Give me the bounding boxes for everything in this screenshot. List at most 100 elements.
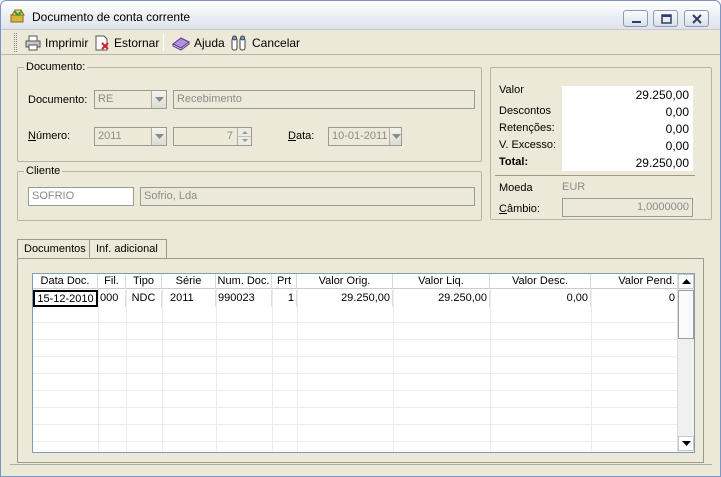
grid-header: Data Doc. Fil. Tipo Série Num. Doc. Prt … xyxy=(33,274,678,289)
valor-label: Valor xyxy=(499,84,524,96)
moeda-label: Moeda xyxy=(499,182,533,194)
grid-column-line xyxy=(297,289,298,452)
document-window: Documento de conta corrente Imprimir Est… xyxy=(0,0,721,477)
bottom-divider xyxy=(10,464,712,465)
total-label: Total: xyxy=(499,156,529,168)
tab-inf-adicional[interactable]: Inf. adicional xyxy=(90,239,167,258)
retencoes-value: 0,00 xyxy=(562,120,693,137)
minimize-button[interactable] xyxy=(623,10,648,27)
col-header-valor-orig[interactable]: Valor Orig. xyxy=(297,274,393,289)
imprimir-button[interactable]: Imprimir xyxy=(25,33,88,53)
grid-row-line xyxy=(33,424,678,425)
cell-valor-pend[interactable]: 0 xyxy=(591,290,678,307)
cell-valor-liq[interactable]: 29.250,00 xyxy=(393,290,490,307)
maximize-button[interactable] xyxy=(653,10,678,27)
grid-row-line xyxy=(33,322,678,323)
documento-description: Recebimento xyxy=(177,93,242,105)
grid-column-line xyxy=(272,289,273,452)
documento-type-dropdown-button[interactable] xyxy=(151,91,166,108)
cancelar-button[interactable]: Cancelar xyxy=(230,33,300,53)
numero-spinner[interactable]: 7 xyxy=(173,127,252,146)
retencoes-row: Retenções: 0,00 xyxy=(491,120,711,137)
date-dropdown-button[interactable] xyxy=(389,128,401,145)
estornar-label: Estornar xyxy=(114,36,160,50)
cambio-label-text: âmbio: xyxy=(506,203,540,215)
main-panel: Documento: Documento: RE Recebimento Núm… xyxy=(10,55,712,466)
retencoes-label: Retenções: xyxy=(499,122,555,134)
grid-vertical-scrollbar[interactable] xyxy=(677,274,694,452)
document-cancel-icon xyxy=(95,35,109,51)
tab-documentos-label: Documentos xyxy=(24,243,86,255)
table-row[interactable]: 15-12-2010 000 NDC 2011 990023 1 29.250,… xyxy=(33,290,678,307)
col-header-num-doc[interactable]: Num. Doc. xyxy=(216,274,272,289)
cliente-group: Cliente SOFRIO Sofrio, Lda xyxy=(17,165,482,221)
col-header-tipo[interactable]: Tipo xyxy=(126,274,162,289)
toolbar-separator xyxy=(163,34,164,51)
excesso-label: V. Excesso: xyxy=(499,139,557,151)
col-header-valor-desc[interactable]: Valor Desc. xyxy=(490,274,591,289)
cancel-icon xyxy=(231,35,246,51)
cliente-group-label: Cliente xyxy=(24,165,63,177)
grid-column-line xyxy=(490,289,491,452)
numero-spin-buttons[interactable] xyxy=(237,128,251,145)
tab-inf-adicional-label: Inf. adicional xyxy=(96,243,158,255)
chevron-down-icon xyxy=(155,97,164,102)
serie-value: 2011 xyxy=(98,130,122,142)
col-header-fil[interactable]: Fil. xyxy=(98,274,126,289)
scroll-down-button[interactable] xyxy=(678,436,694,451)
chevron-down-icon xyxy=(155,134,164,139)
documents-grid[interactable]: Data Doc. Fil. Tipo Série Num. Doc. Prt … xyxy=(32,273,695,453)
grid-row-line xyxy=(33,441,678,442)
excesso-value: 0,00 xyxy=(562,137,693,154)
col-header-valor-liq[interactable]: Valor Liq. xyxy=(393,274,490,289)
cell-fil[interactable]: 000 xyxy=(98,290,126,307)
cliente-name: Sofrio, Lda xyxy=(144,190,198,202)
data-value: 10-01-2011 xyxy=(332,130,388,142)
documento-label: Documento: xyxy=(28,94,88,106)
cell-valor-orig[interactable]: 29.250,00 xyxy=(297,290,393,307)
cell-serie[interactable]: 2011 xyxy=(162,290,216,307)
cell-data-doc[interactable]: 15-12-2010 xyxy=(33,290,98,307)
help-book-icon xyxy=(172,37,190,51)
cambio-field[interactable]: 1,0000000 xyxy=(562,198,693,217)
col-header-valor-pend[interactable]: Valor Pend. xyxy=(591,274,678,289)
close-icon xyxy=(692,14,702,24)
scroll-thumb[interactable] xyxy=(678,290,694,339)
cell-valor-desc[interactable]: 0,00 xyxy=(490,290,591,307)
grid-row-line xyxy=(33,373,678,374)
serie-select[interactable]: 2011 xyxy=(94,127,167,146)
numero-label-text: úmero: xyxy=(35,130,71,142)
grid-column-line xyxy=(393,289,394,452)
ajuda-button[interactable]: Ajuda xyxy=(172,33,225,53)
valor-value: 29.250,00 xyxy=(562,86,693,103)
imprimir-label: Imprimir xyxy=(45,36,89,50)
tab-documentos[interactable]: Documentos xyxy=(17,239,90,258)
documento-type-select[interactable]: RE xyxy=(94,90,167,109)
grid-row-line xyxy=(33,339,678,340)
cell-tipo[interactable]: NDC xyxy=(126,290,162,307)
maximize-icon xyxy=(661,14,672,24)
cliente-code-field[interactable]: SOFRIO xyxy=(28,187,134,206)
cliente-code: SOFRIO xyxy=(32,190,75,202)
chevron-down-icon xyxy=(392,134,401,139)
scroll-up-button[interactable] xyxy=(678,274,694,289)
excesso-row: V. Excesso: 0,00 xyxy=(491,137,711,154)
spin-arrows-icon xyxy=(238,131,251,142)
col-header-serie[interactable]: Série xyxy=(162,274,216,289)
valor-row: Valor 29.250,00 xyxy=(491,84,711,103)
col-header-data-doc[interactable]: Data Doc. xyxy=(33,274,98,289)
cell-num-doc[interactable]: 990023 xyxy=(216,290,272,307)
toolbar-grip[interactable] xyxy=(14,33,17,52)
grid-column-line xyxy=(126,289,127,452)
close-button[interactable] xyxy=(684,10,709,27)
data-date-picker[interactable]: 10-01-2011 xyxy=(328,127,402,146)
total-row: Total: 29.250,00 xyxy=(491,154,711,171)
cell-prt[interactable]: 1 xyxy=(272,290,297,307)
cambio-value: 1,0000000 xyxy=(637,201,689,213)
documento-description-field: Recebimento xyxy=(173,90,475,109)
grid-row-line xyxy=(33,356,678,357)
estornar-button[interactable]: Estornar xyxy=(94,33,159,53)
col-header-prt[interactable]: Prt xyxy=(272,274,297,289)
serie-dropdown-button[interactable] xyxy=(151,128,166,145)
app-icon xyxy=(10,9,25,23)
